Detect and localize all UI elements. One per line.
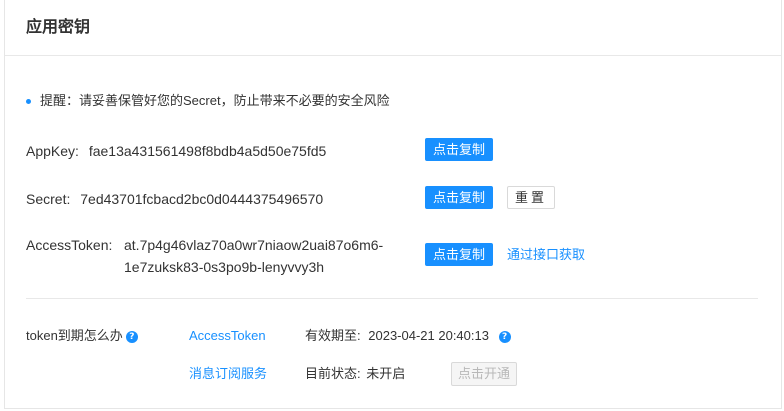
get-via-api-link[interactable]: 通过接口获取 — [507, 246, 585, 264]
appkey-row: AppKey: fae13a431561498f8bdb4a5d50e75fd5 — [26, 141, 326, 161]
valid-until: 有效期至: 2023-04-21 20:40:13 ? — [305, 327, 511, 345]
access-token-copy-button[interactable]: 点击复制 — [425, 243, 494, 266]
access-token-value-line2: 1e7zuksk83-0s3po9b-lenyvvy3h — [124, 259, 325, 275]
access-token-link[interactable]: AccessToken — [189, 327, 266, 345]
secret-copy-button[interactable]: 点击复制 — [425, 186, 494, 209]
subscription-status-value: 未开启 — [366, 366, 406, 381]
question-icon[interactable]: ? — [498, 330, 511, 343]
access-token-value-line1: at.7p4g46vlaz70a0wr7niaow2uai87o6m6- — [124, 237, 384, 253]
question-icon[interactable]: ? — [125, 330, 138, 343]
appkey-label: AppKey: — [26, 143, 79, 159]
appkey-value: fae13a431561498f8bdb4a5d50e75fd5 — [88, 143, 327, 159]
card-header: 应用密钥 — [5, 0, 781, 56]
security-tip: 提醒：请妥善保管好您的Secret，防止带来不必要的安全风险 — [26, 92, 390, 110]
card-title: 应用密钥 — [26, 19, 91, 36]
secret-row: Secret: 7ed43701fcbacd2bc0d0444375496570 — [26, 189, 323, 209]
message-subscription-link[interactable]: 消息订阅服务 — [189, 365, 267, 383]
bullet-dot-icon — [26, 98, 31, 104]
enable-subscription-button: 点击开通 — [451, 362, 518, 386]
valid-until-label: 有效期至: — [305, 328, 361, 343]
app-key-card: 应用密钥 提醒：请妥善保管好您的Secret，防止带来不必要的安全风险 AppK… — [4, 0, 782, 409]
token-expiry-question: token到期怎么办? — [26, 327, 138, 345]
divider — [26, 298, 758, 299]
appkey-copy-button[interactable]: 点击复制 — [425, 138, 494, 161]
secret-label: Secret: — [26, 191, 71, 207]
secret-value: 7ed43701fcbacd2bc0d0444375496570 — [80, 191, 324, 207]
access-token-label: AccessToken: — [26, 237, 113, 253]
subscription-status: 目前状态: 未开启 — [305, 365, 405, 383]
valid-until-value: 2023-04-21 20:40:13 — [368, 328, 489, 343]
secret-reset-button[interactable]: 重置 — [507, 186, 556, 209]
security-tip-text: 提醒：请妥善保管好您的Secret，防止带来不必要的安全风险 — [40, 93, 390, 108]
subscription-status-label: 目前状态: — [305, 366, 361, 381]
token-expiry-question-text: token到期怎么办 — [26, 328, 123, 343]
